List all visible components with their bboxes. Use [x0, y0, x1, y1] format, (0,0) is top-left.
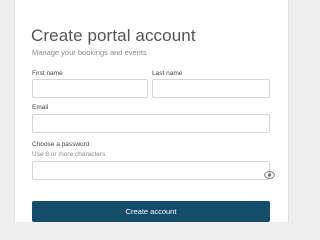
last-name-field[interactable]: [152, 79, 270, 98]
create-account-button[interactable]: Create account: [32, 201, 270, 222]
first-name-field[interactable]: [32, 79, 148, 98]
password-label: Choose a password: [32, 141, 90, 148]
eye-icon[interactable]: [263, 166, 276, 180]
password-field[interactable]: [32, 161, 270, 180]
password-hint: Use 8 or more characters.: [32, 151, 108, 158]
last-name-label: Last name: [152, 70, 183, 77]
first-name-label: First name: [32, 70, 63, 77]
page-subtitle: Manage your bookings and events: [32, 48, 147, 57]
email-field[interactable]: [32, 114, 270, 133]
email-label: Email: [32, 104, 49, 111]
signup-card: Create portal account Manage your bookin…: [14, 0, 289, 222]
page-title: Create portal account: [31, 26, 196, 45]
